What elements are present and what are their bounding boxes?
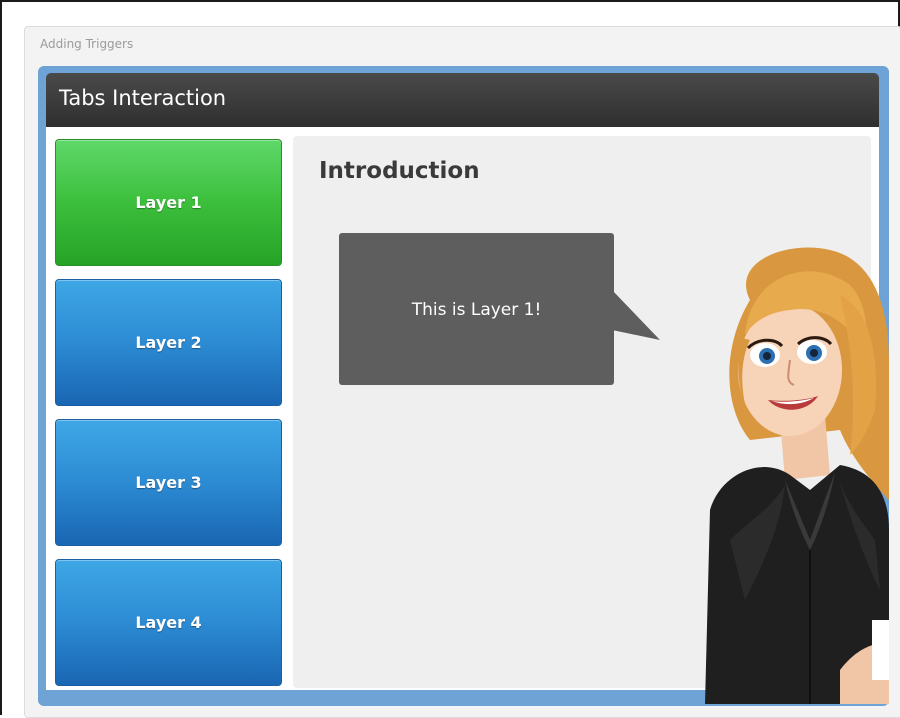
- tab-layer-2[interactable]: Layer 2: [55, 279, 282, 406]
- tab-layer-4[interactable]: Layer 4: [55, 559, 282, 686]
- tab-label: Layer 3: [135, 473, 202, 492]
- character-woman-icon: [705, 247, 889, 704]
- speech-bubble-text: This is Layer 1!: [411, 300, 542, 320]
- course-title: Adding Triggers: [40, 37, 134, 51]
- tab-label: Layer 2: [135, 333, 202, 352]
- tab-layer-1[interactable]: Layer 1: [55, 139, 282, 266]
- speech-bubble-tail: [612, 290, 660, 340]
- content-heading: Introduction: [319, 158, 480, 184]
- slide-title: Tabs Interaction: [59, 86, 227, 110]
- tab-label: Layer 4: [135, 613, 202, 632]
- tab-label: Layer 1: [135, 193, 202, 212]
- tab-layer-3[interactable]: Layer 3: [55, 419, 282, 546]
